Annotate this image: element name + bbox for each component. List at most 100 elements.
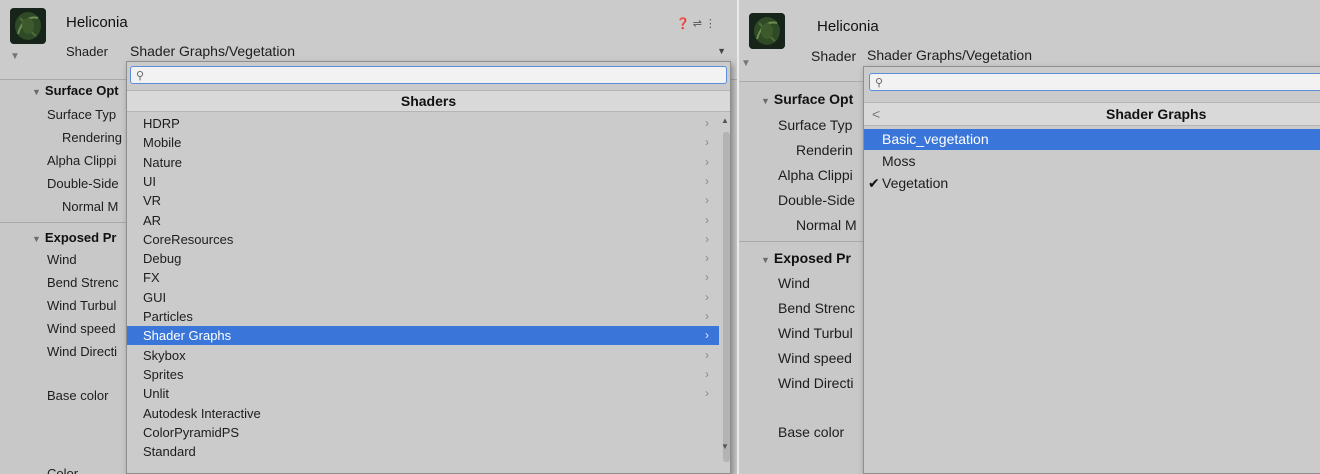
section-surface-options[interactable]: ▼ Surface Opt	[761, 91, 853, 107]
prop-wind-speed: Wind speed	[47, 321, 116, 336]
chevron-right-icon: ›	[705, 328, 709, 343]
chevron-right-icon: ›	[705, 270, 709, 285]
header-icons: ❓⇌⋮	[676, 17, 719, 30]
menu-item-label: CoreResources	[143, 231, 234, 247]
menu-item-label: Mobile	[143, 135, 182, 151]
shader-menu-item[interactable]: Particles ›	[127, 307, 719, 326]
shader-menu-item[interactable]: UI ›	[127, 172, 719, 191]
material-thumbnail	[749, 13, 785, 49]
shader-graph-item[interactable]: Moss	[864, 151, 1320, 172]
chevron-right-icon: ›	[705, 309, 709, 323]
shader-menu-item[interactable]: AR ›	[127, 211, 719, 230]
prop-double-sided: Double-Side	[47, 176, 119, 191]
shader-menu-item[interactable]: Standard	[127, 442, 719, 461]
chevron-right-icon: ›	[705, 231, 709, 246]
foldout-icon: ▼	[32, 87, 41, 97]
prop-bend-strength: Bend Strenc	[778, 300, 856, 316]
object-name: Heliconia	[817, 18, 879, 35]
shader-menu-item[interactable]: Sprites ›	[127, 365, 719, 384]
shader-menu-item[interactable]: Autodesk Interactive	[127, 404, 719, 423]
prop-wind: Wind	[778, 275, 810, 291]
foldout-arrow-icon[interactable]: ▼	[10, 51, 20, 62]
shader-label: Shader	[811, 48, 857, 64]
menu-item-label: Particles	[143, 309, 193, 324]
shader-dropdown[interactable]: Shader Graphs/Vegetation ▼	[126, 41, 734, 61]
foldout-arrow-icon[interactable]: ▼	[741, 58, 751, 69]
prop-wind-turbulence: Wind Turbul	[778, 325, 853, 341]
shader-graph-item[interactable]: ✔ Vegetation	[864, 173, 1320, 194]
shader-menu-item[interactable]: GUI ›	[127, 288, 719, 307]
shader-dropdown-value: Shader Graphs/Vegetation	[130, 43, 296, 59]
chevron-right-icon: ›	[705, 251, 709, 266]
prop-base-color: Base color	[47, 388, 109, 403]
chevron-right-icon: ›	[705, 116, 709, 130]
menu-item-label: Moss	[882, 153, 916, 169]
foldout-icon: ▼	[32, 234, 41, 244]
menu-item-label: Autodesk Interactive	[143, 405, 261, 421]
chevron-right-icon: ›	[705, 289, 709, 304]
search-icon: ⚲	[875, 77, 884, 89]
shader-menu-item[interactable]: ColorPyramidPS	[127, 423, 719, 442]
inspector-left: Heliconia ▼ Shader Shader Graphs/Vegetat…	[0, 0, 739, 474]
prop-double-sided: Double-Side	[778, 192, 856, 208]
search-input[interactable]: ⚲	[130, 66, 727, 84]
scroll-up-icon[interactable]: ▲	[721, 116, 729, 125]
prop-wind-direction: Wind Directi	[778, 375, 854, 391]
section-exposed-properties[interactable]: ▼ Exposed Pr	[761, 250, 851, 266]
back-arrow-icon[interactable]: <	[872, 103, 880, 126]
shader-popup: ⚲ Shaders HDRP › Mobile › Nature › UI › VR › AR › Co…	[126, 61, 731, 474]
shader-menu-item[interactable]: HDRP ›	[127, 114, 719, 133]
menu-icon[interactable]: ⋮	[705, 18, 719, 30]
chevron-right-icon: ›	[705, 135, 709, 150]
prop-wind-turbulence: Wind Turbul	[47, 298, 117, 313]
prop-surface-type: Surface Typ	[47, 107, 117, 122]
search-icon: ⚲	[136, 70, 145, 82]
shader-menu-item[interactable]: Nature ›	[127, 153, 719, 172]
menu-item-label: Sprites	[143, 366, 184, 382]
shader-dropdown[interactable]: Shader Graphs/Vegetation	[863, 45, 1320, 65]
popup-title: Shaders	[400, 93, 457, 109]
shader-menu-item[interactable]: FX ›	[127, 268, 719, 287]
prop-wind: Wind	[47, 252, 77, 267]
menu-item-label: FX	[143, 270, 160, 286]
chevron-right-icon: ›	[705, 347, 709, 362]
scrollbar-track[interactable]	[723, 132, 730, 462]
menu-item-label: Basic_vegetation	[882, 131, 989, 147]
menu-item-label: Debug	[143, 251, 182, 267]
prop-normal-mode: Normal M	[62, 199, 119, 214]
popup-header: Shaders	[127, 90, 730, 112]
shader-menu-item[interactable]: Unlit ›	[127, 384, 719, 403]
menu-item-label: Skybox	[143, 347, 186, 363]
menu-item-label: ColorPyramidPS	[143, 424, 240, 440]
settings-icon[interactable]: ⇌	[693, 18, 705, 30]
scroll-down-icon[interactable]: ▼	[721, 442, 729, 451]
help-icon[interactable]: ❓	[676, 18, 693, 30]
menu-item-label: Nature	[143, 154, 183, 170]
menu-item-label: Unlit	[143, 386, 170, 402]
chevron-right-icon: ›	[705, 193, 709, 208]
section-separator	[739, 241, 863, 242]
material-thumbnail	[10, 8, 46, 44]
shader-menu-item[interactable]: Debug ›	[127, 249, 719, 268]
search-input[interactable]: ⚲	[869, 73, 1320, 91]
menu-item-label: VR	[143, 193, 162, 209]
shader-menu-item[interactable]: VR ›	[127, 191, 719, 210]
popup-title: Shader Graphs	[1106, 106, 1207, 122]
shader-menu-item[interactable]: Skybox ›	[127, 346, 719, 365]
shader-graph-item[interactable]: Basic_vegetation	[864, 129, 1320, 150]
section-label: Surface Opt	[44, 83, 119, 98]
shader-menu-item[interactable]: Mobile ›	[127, 133, 719, 152]
shader-menu-item[interactable]: Shader Graphs ›	[127, 326, 719, 346]
menu-item-label: HDRP	[143, 116, 180, 131]
section-label: Exposed Pr	[773, 250, 851, 266]
shader-menu-item[interactable]: CoreResources ›	[127, 230, 719, 249]
section-surface-options[interactable]: ▼ Surface Opt	[32, 83, 119, 98]
foldout-icon: ▼	[761, 255, 770, 265]
chevron-right-icon: ›	[705, 154, 709, 169]
menu-item-label: GUI	[143, 289, 167, 305]
chevron-right-icon: ›	[705, 366, 709, 381]
section-label: Exposed Pr	[44, 230, 117, 245]
prop-normal-mode: Normal M	[796, 217, 857, 233]
section-exposed-properties[interactable]: ▼ Exposed Pr	[32, 230, 116, 245]
object-name: Heliconia	[66, 14, 128, 31]
